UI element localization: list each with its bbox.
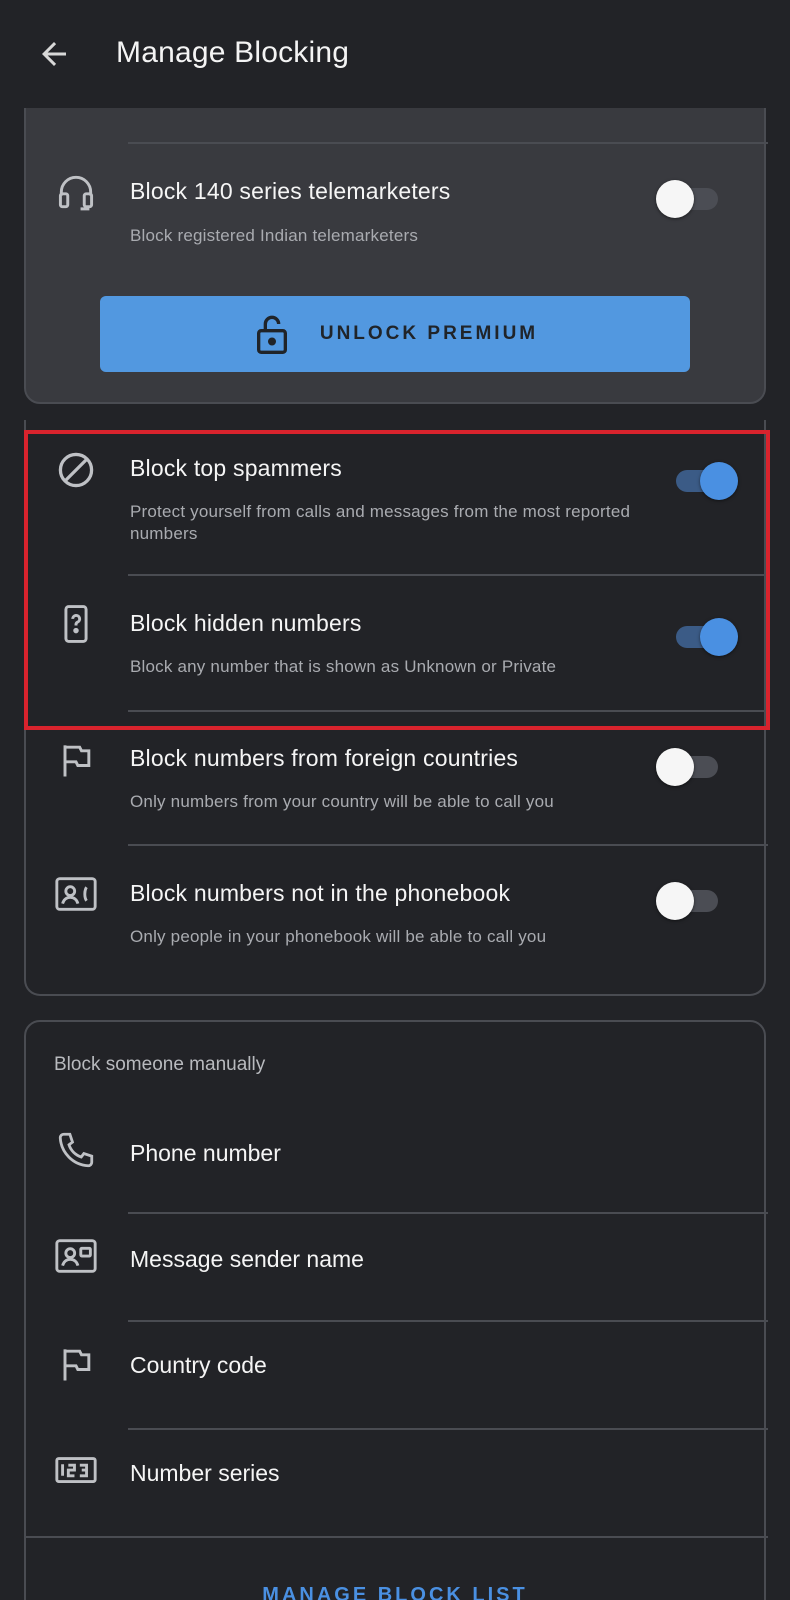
unlock-premium-button[interactable]: UNLOCK PREMIUM — [100, 296, 690, 372]
setting-subtitle: Only people in your phonebook will be ab… — [130, 927, 547, 946]
setting-title: Block numbers not in the phonebook — [130, 880, 511, 906]
manual-item-message-sender[interactable]: Message sender name — [24, 1214, 766, 1314]
divider — [26, 1536, 768, 1538]
back-button[interactable] — [28, 28, 80, 80]
flag-icon — [52, 1340, 100, 1388]
manual-item-number-series[interactable]: Number series — [24, 1428, 766, 1528]
toggle-hidden-numbers[interactable] — [670, 616, 738, 656]
contact-card-icon — [52, 1232, 100, 1280]
arrow-left-icon — [42, 42, 66, 66]
divider — [128, 844, 768, 846]
toggle-top-spammers[interactable] — [670, 460, 738, 500]
block-icon — [52, 446, 100, 494]
flag-icon — [52, 736, 100, 784]
setting-title: Block hidden numbers — [130, 610, 362, 636]
toggle-thumb — [656, 882, 694, 920]
toggle-140-series[interactable] — [656, 178, 720, 218]
unlock-premium-label: UNLOCK PREMIUM — [319, 323, 539, 344]
setting-title: Block 140 series telemarketers — [130, 178, 451, 204]
divider — [128, 574, 768, 576]
setting-subtitle: Protect yourself from calls and messages… — [130, 502, 631, 543]
manual-item-phone-number[interactable]: Phone number — [24, 1106, 766, 1206]
section-label: Block someone manually — [54, 1054, 266, 1075]
headset-icon — [52, 168, 100, 216]
contact-call-icon — [52, 870, 100, 918]
page-title: Manage Blocking — [116, 36, 350, 69]
lock-icon — [256, 315, 287, 354]
toggle-thumb — [656, 748, 694, 786]
setting-subtitle: Block registered Indian telemarketers — [130, 226, 419, 245]
setting-subtitle: Only numbers from your country will be a… — [130, 792, 554, 811]
setting-title: Block top spammers — [130, 455, 342, 481]
divider — [128, 710, 768, 712]
divider — [128, 142, 768, 144]
unknown-phone-icon — [52, 600, 100, 648]
number-series-icon — [52, 1446, 100, 1494]
manual-item-label: Number series — [130, 1460, 280, 1486]
toggle-thumb — [700, 618, 738, 656]
toggle-thumb — [656, 180, 694, 218]
manage-block-list-button[interactable]: MANAGE BLOCK LIST — [0, 1584, 790, 1600]
phone-icon — [52, 1126, 100, 1174]
toggle-not-in-phonebook[interactable] — [656, 880, 720, 920]
toggle-foreign-countries[interactable] — [656, 746, 720, 786]
setting-title: Block numbers from foreign countries — [130, 745, 519, 771]
setting-subtitle: Block any number that is shown as Unknow… — [130, 657, 557, 676]
app-bar: Manage Blocking — [0, 0, 790, 108]
manual-item-label: Message sender name — [130, 1246, 364, 1272]
manual-item-label: Phone number — [130, 1140, 281, 1166]
manual-item-country-code[interactable]: Country code — [24, 1320, 766, 1420]
toggle-thumb — [700, 462, 738, 500]
manual-item-label: Country code — [130, 1352, 267, 1378]
